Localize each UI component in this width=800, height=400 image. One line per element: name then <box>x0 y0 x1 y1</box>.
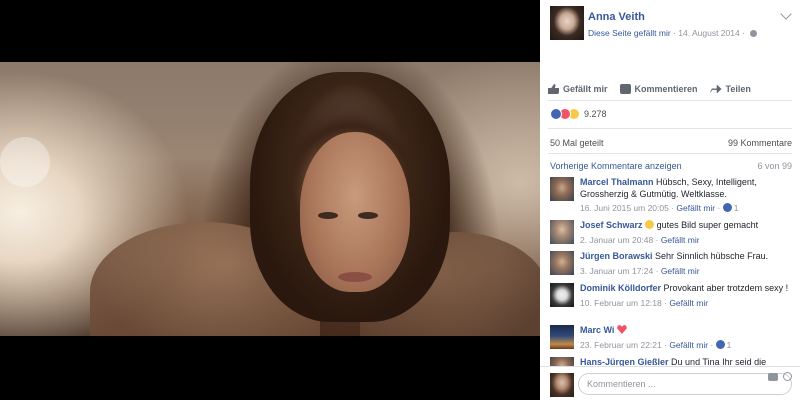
photo-region-eye-left <box>318 212 338 219</box>
comment-count[interactable]: 99 Kommentare <box>728 138 792 148</box>
comment-date[interactable]: 2. Januar um 20:48 <box>580 235 653 245</box>
post-actions: Gefällt mir Kommentieren Teilen <box>548 80 792 98</box>
comment-icon <box>619 84 631 94</box>
comment-like-count[interactable]: 1 <box>734 203 739 213</box>
photo-theater: Anna Veith Diese Seite gefällt mir · 14.… <box>0 0 800 400</box>
comment-like-count[interactable]: 1 <box>727 340 732 350</box>
comment-text: gutes Bild super gemacht <box>656 220 759 230</box>
divider <box>548 100 792 101</box>
share-label: Teilen <box>725 84 751 94</box>
post-date[interactable]: 14. August 2014 <box>678 28 739 38</box>
reaction-count: 9.278 <box>584 109 607 119</box>
reaction-like-icon <box>550 108 562 120</box>
photo-region-lips <box>338 272 372 282</box>
comment-like-link[interactable]: Gefällt mir <box>669 298 708 308</box>
photo-viewer[interactable] <box>0 0 540 400</box>
comment-date[interactable]: 10. Februar um 12:18 <box>580 298 662 308</box>
comment-text: Provokant aber trotzdem sexy ! <box>663 283 789 293</box>
comment-date[interactable]: 23. Februar um 22:21 <box>580 340 662 350</box>
previous-comments-link[interactable]: Vorherige Kommentare anzeigen <box>550 161 682 171</box>
share-button[interactable]: Teilen <box>709 84 751 94</box>
commenter-avatar[interactable] <box>550 283 574 307</box>
separator: · <box>673 28 676 38</box>
comment-like-link[interactable]: Gefällt mir <box>669 340 708 350</box>
author-avatar[interactable] <box>550 6 584 40</box>
reaction-summary[interactable]: 9.278 <box>550 108 607 120</box>
divider <box>548 153 792 154</box>
commenter-name[interactable]: Josef Schwarz <box>580 220 643 230</box>
sticker-icon[interactable] <box>783 372 792 381</box>
commenter-avatar[interactable] <box>550 220 574 244</box>
comment-like-link[interactable]: Gefällt mir <box>676 203 715 213</box>
comment-date[interactable]: 16. Juni 2015 um 20:05 <box>580 203 669 213</box>
post-header: Anna Veith Diese Seite gefällt mir · 14.… <box>540 0 800 50</box>
comment-like-link[interactable]: Gefällt mir <box>661 235 700 245</box>
share-icon <box>709 84 722 94</box>
share-count[interactable]: 50 Mal geteilt <box>550 138 604 148</box>
heart-icon <box>616 325 627 334</box>
comment-button[interactable]: Kommentieren <box>619 84 698 94</box>
author-name[interactable]: Anna Veith <box>588 11 645 23</box>
like-icon <box>715 339 725 349</box>
commenter-avatar[interactable] <box>550 325 574 349</box>
comment-composer: Kommentieren ... <box>540 366 800 400</box>
like-icon <box>722 203 732 212</box>
commenter-name[interactable]: Dominik Kölldorfer <box>580 283 661 293</box>
commenter-name[interactable]: Marc Wi <box>580 325 614 335</box>
like-page-link[interactable]: Diese Seite gefällt mir <box>588 28 671 38</box>
comment-label: Kommentieren <box>634 84 698 94</box>
comment-like-link[interactable]: Gefällt mir <box>661 266 700 276</box>
lens-flare <box>0 137 50 187</box>
comment-range: 6 von 99 <box>757 161 792 171</box>
photo-region-face <box>300 132 410 292</box>
smile-icon <box>645 220 655 229</box>
commenter-avatar[interactable] <box>550 251 574 275</box>
like-button[interactable]: Gefällt mir <box>548 84 608 94</box>
globe-icon <box>750 30 758 37</box>
thumbs-up-icon <box>548 84 559 94</box>
comment-input[interactable]: Kommentieren ... <box>578 373 792 395</box>
post-side-panel: Anna Veith Diese Seite gefällt mir · 14.… <box>540 0 800 400</box>
camera-icon[interactable] <box>768 373 778 381</box>
like-label: Gefällt mir <box>563 84 608 94</box>
comment-date[interactable]: 3. Januar um 17:24 <box>580 266 653 276</box>
divider <box>548 128 792 129</box>
separator: · <box>742 28 745 38</box>
commenter-name[interactable]: Jürgen Borawski <box>580 251 653 261</box>
commenter-avatar[interactable] <box>550 177 574 201</box>
post-photo[interactable] <box>0 62 540 336</box>
chevron-down-icon[interactable] <box>780 8 792 20</box>
comment-text: Sehr Sinnlich hübsche Frau. <box>655 251 769 261</box>
post-subline: Diese Seite gefällt mir · 14. August 201… <box>588 28 758 38</box>
current-user-avatar <box>550 373 574 397</box>
photo-region-eye-right <box>358 212 378 219</box>
commenter-name[interactable]: Marcel Thalmann <box>580 177 654 187</box>
